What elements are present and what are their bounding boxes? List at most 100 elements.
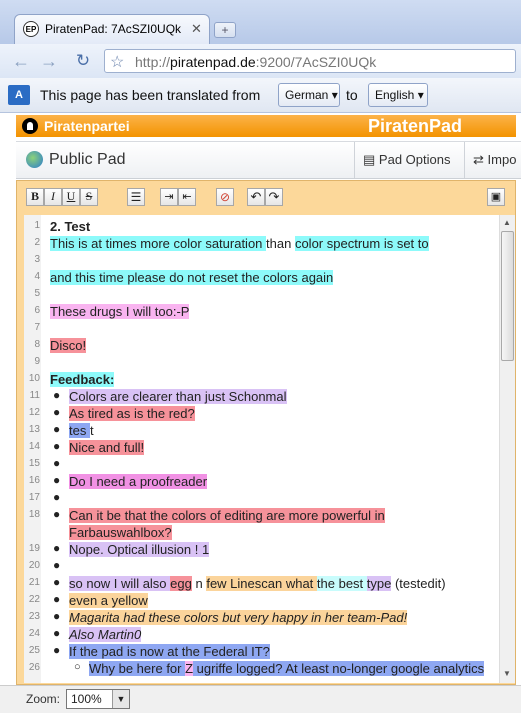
document-line[interactable]: Why be here for Z ugriffe logged? At lea… (89, 660, 485, 677)
pad-editor: B I U S ☰ ⇥ ⇤ ⊘ ↶ ↷ ▣ 1 2 3 4 5 6 7 8 9 10 11 12 13 1… (16, 180, 516, 685)
document-line[interactable]: Can it be that the colors of editing are… (69, 507, 385, 524)
etherpad-favicon-icon: EP (23, 21, 39, 37)
browser-tab[interactable]: EP PiratenPad: 7AcSZI0UQk ✕ (14, 14, 210, 44)
author-colored-text: Magarita had these colors but very happy… (69, 610, 408, 625)
author-colored-text: This is at times more color saturation (50, 236, 267, 251)
line-number: 17 (28, 492, 40, 503)
line-number: 26 (28, 662, 40, 673)
party-name[interactable]: Piratenpartei (44, 118, 130, 134)
author-colored-text: Nice and full! (69, 440, 145, 455)
bullet-icon: ● (53, 575, 61, 589)
author-colored-text: Also Martin0 (69, 627, 142, 642)
scrollbar-thumb[interactable] (501, 231, 514, 361)
document-line[interactable]: If the pad is now at the Federal IT? (69, 643, 270, 660)
strikethrough-button[interactable]: S (80, 188, 98, 206)
redo-icon[interactable]: ↷ (265, 188, 283, 206)
document-line[interactable]: Do I need a proofreader (69, 473, 208, 490)
bold-button[interactable]: B (26, 188, 44, 206)
forward-arrow-icon[interactable]: → (38, 50, 60, 72)
author-colored-text: n (191, 576, 207, 591)
tab-title: PiratenPad: 7AcSZI0UQk (45, 22, 182, 36)
clear-authorship-icon[interactable]: ⊘ (216, 188, 234, 206)
author-colored-text: color spectrum is set to (294, 236, 429, 251)
zoom-label: Zoom: (26, 692, 61, 706)
new-tab-button[interactable]: + (214, 22, 236, 38)
author-colored-text: t (89, 423, 94, 438)
bullet-icon: ● (53, 541, 61, 555)
chevron-down-icon: ▾ (331, 88, 338, 102)
document-area[interactable]: 1 2 3 4 5 6 7 8 9 10 11 12 13 14 15 16 17 18 19 20 21 22 23 24 2… (24, 215, 499, 683)
pad-name: Public Pad (49, 151, 126, 168)
document-line[interactable]: and this time please do not reset the co… (50, 269, 334, 286)
line-number: 2 (34, 237, 40, 248)
author-colored-text: Colors are clearer than just Schonmal (69, 389, 287, 404)
document-line[interactable]: This is at times more color saturation t… (50, 235, 429, 252)
line-number: 5 (34, 288, 40, 299)
line-number: 1 (34, 220, 40, 231)
author-colored-text: Z (185, 661, 194, 676)
pad-options-button[interactable]: ▤ Pad Options (354, 142, 464, 178)
bullet-icon: ● (53, 626, 61, 640)
bullet-icon: ● (53, 422, 61, 436)
bullet-icon: ● (53, 558, 61, 572)
document-line[interactable]: 2. Test (50, 218, 90, 235)
line-number: 21 (28, 577, 40, 588)
line-number: 16 (28, 475, 40, 486)
vertical-scrollbar[interactable]: ▲ ▼ (499, 215, 515, 683)
back-arrow-icon[interactable]: ← (10, 50, 32, 72)
save-revision-icon[interactable]: ▣ (487, 188, 505, 206)
bullet-icon: ● (53, 490, 61, 504)
pirate-party-logo-icon (22, 118, 38, 134)
outdent-icon[interactable]: ⇤ (178, 188, 196, 206)
document-line[interactable]: Magarita had these colors but very happy… (69, 609, 408, 626)
author-colored-text: few Linescan what (206, 576, 317, 591)
chevron-down-icon: ▾ (417, 88, 424, 102)
address-bar[interactable]: ☆ http://piratenpad.de:9200/7AcSZI0UQk (104, 49, 516, 73)
import-export-button[interactable]: ⇄ Impo (464, 142, 521, 178)
document-line[interactable]: Nope. Optical illusion ! 1 (69, 541, 210, 558)
document-line[interactable]: Also Martin0 (69, 626, 142, 643)
author-colored-text: Disco! (50, 338, 87, 353)
document-line[interactable]: Colors are clearer than just Schonmal (69, 388, 287, 405)
document-line[interactable]: Feedback: (50, 371, 115, 388)
italic-button[interactable]: I (44, 188, 62, 206)
document-line[interactable]: Nice and full! (69, 439, 145, 456)
author-colored-text: Can it be that the colors of editing are… (69, 508, 385, 523)
bullet-icon: ● (53, 456, 61, 470)
indent-icon[interactable]: ⇥ (160, 188, 178, 206)
document-line[interactable]: even a yellow (69, 592, 148, 609)
line-number: 9 (34, 356, 40, 367)
author-colored-text: egg (170, 576, 192, 591)
chevron-down-icon: ▼ (112, 690, 129, 708)
author-colored-text: Feedback: (50, 372, 115, 387)
source-language-select[interactable]: German ▾ (278, 83, 340, 107)
line-number: 7 (34, 322, 40, 333)
zoom-select[interactable]: 100% ▼ (66, 689, 130, 709)
bullet-icon: ● (53, 405, 61, 419)
document-line[interactable]: Farbauswahlbox? (69, 524, 172, 541)
target-language-select[interactable]: English ▾ (368, 83, 428, 107)
underline-button[interactable]: U (62, 188, 80, 206)
scroll-down-icon[interactable]: ▼ (503, 669, 511, 678)
close-tab-icon[interactable]: ✕ (191, 21, 202, 37)
line-number: 20 (28, 560, 40, 571)
document-line[interactable]: These drugs I will too:-P (50, 303, 190, 320)
bullet-icon: ● (53, 507, 61, 521)
document-line[interactable]: Disco! (50, 337, 87, 354)
pad-bar: Public Pad ▤ Pad Options ⇄ Impo (16, 141, 521, 179)
author-colored-text: and this time please do not reset the co… (50, 270, 334, 285)
document-line[interactable]: tes t (69, 422, 94, 439)
reload-icon[interactable]: ↻ (72, 50, 94, 72)
line-number: 25 (28, 645, 40, 656)
undo-icon[interactable]: ↶ (247, 188, 265, 206)
line-number-gutter: 1 2 3 4 5 6 7 8 9 10 11 12 13 14 15 16 17 18 19 20 21 22 23 24 2… (24, 215, 41, 683)
document-line[interactable]: As tired as is the red? (69, 405, 195, 422)
scroll-up-icon[interactable]: ▲ (503, 218, 511, 227)
site-brand: PiratenPad (368, 116, 463, 136)
author-colored-text: As tired as is the red? (69, 406, 195, 421)
line-number: 24 (28, 628, 40, 639)
document-line[interactable]: so now I will also egg n few Linescan wh… (69, 575, 446, 592)
translate-infobar: A This page has been translated from Ger… (0, 78, 521, 113)
bullet-list-icon[interactable]: ☰ (127, 188, 145, 206)
bookmark-star-icon[interactable]: ☆ (110, 52, 124, 72)
